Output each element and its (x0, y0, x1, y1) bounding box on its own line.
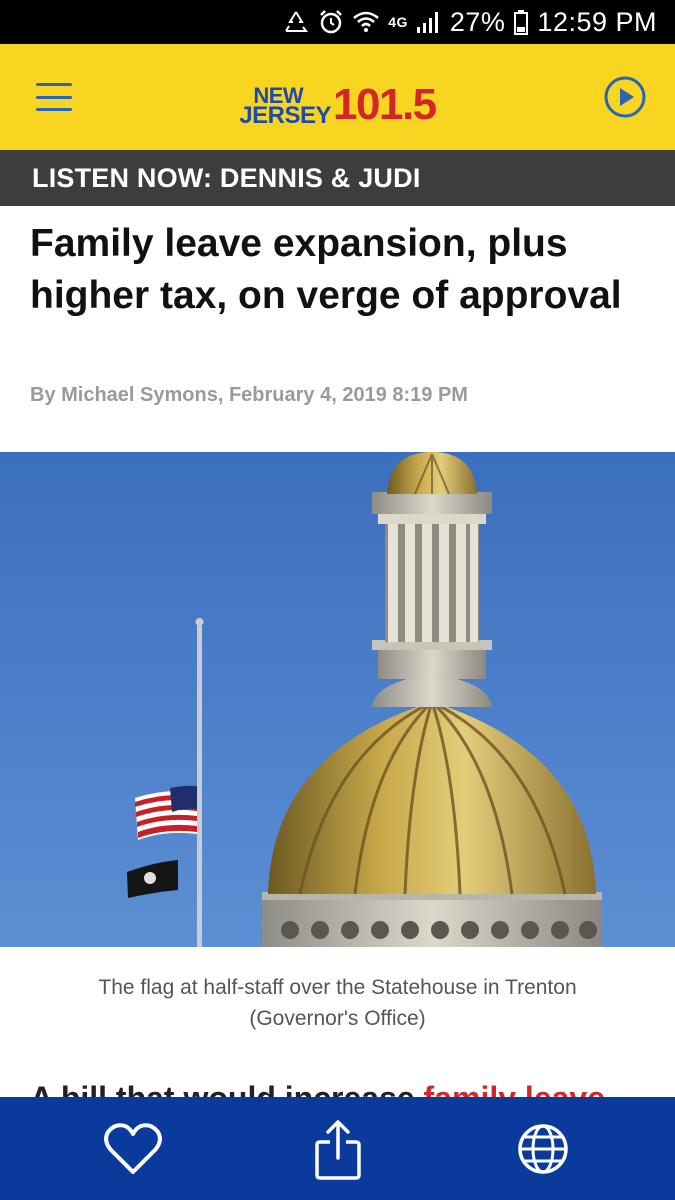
network-type: 4G (388, 14, 408, 30)
menu-icon[interactable] (36, 83, 72, 111)
clock: 12:59 PM (537, 6, 657, 37)
image-caption: The flag at half-staff over the Statehou… (20, 972, 655, 1034)
heart-icon[interactable] (98, 1114, 168, 1184)
article-byline: By Michael Symons, February 4, 2019 8:19… (30, 384, 468, 406)
signal-icon (416, 10, 442, 34)
status-bar: 4G 27% 12:59 PM (0, 0, 675, 44)
bottom-action-bar (0, 1097, 675, 1200)
wifi-icon (352, 10, 380, 34)
alarm-icon (318, 9, 344, 35)
caption-text: The flag at half-staff over the Statehou… (98, 976, 577, 999)
app-header: NEW JERSEY 101.5 (0, 44, 675, 150)
caption-credit: (Governor's Office) (249, 1007, 426, 1030)
listen-now-bar[interactable]: LISTEN NOW: DENNIS & JUDI (0, 150, 675, 206)
battery-icon (513, 9, 529, 35)
logo-number-text: 101.5 (333, 80, 437, 129)
play-icon[interactable] (603, 75, 647, 119)
logo-jersey-text: JERSEY (239, 102, 332, 130)
article-hero-image[interactable] (0, 452, 675, 947)
recycle-icon (282, 9, 310, 35)
share-icon[interactable] (303, 1114, 373, 1184)
station-logo[interactable]: NEW JERSEY 101.5 (239, 67, 437, 130)
battery-percent: 27% (449, 6, 506, 37)
article-headline: Family leave expansion, plus higher tax,… (30, 222, 622, 317)
globe-icon[interactable] (508, 1114, 578, 1184)
